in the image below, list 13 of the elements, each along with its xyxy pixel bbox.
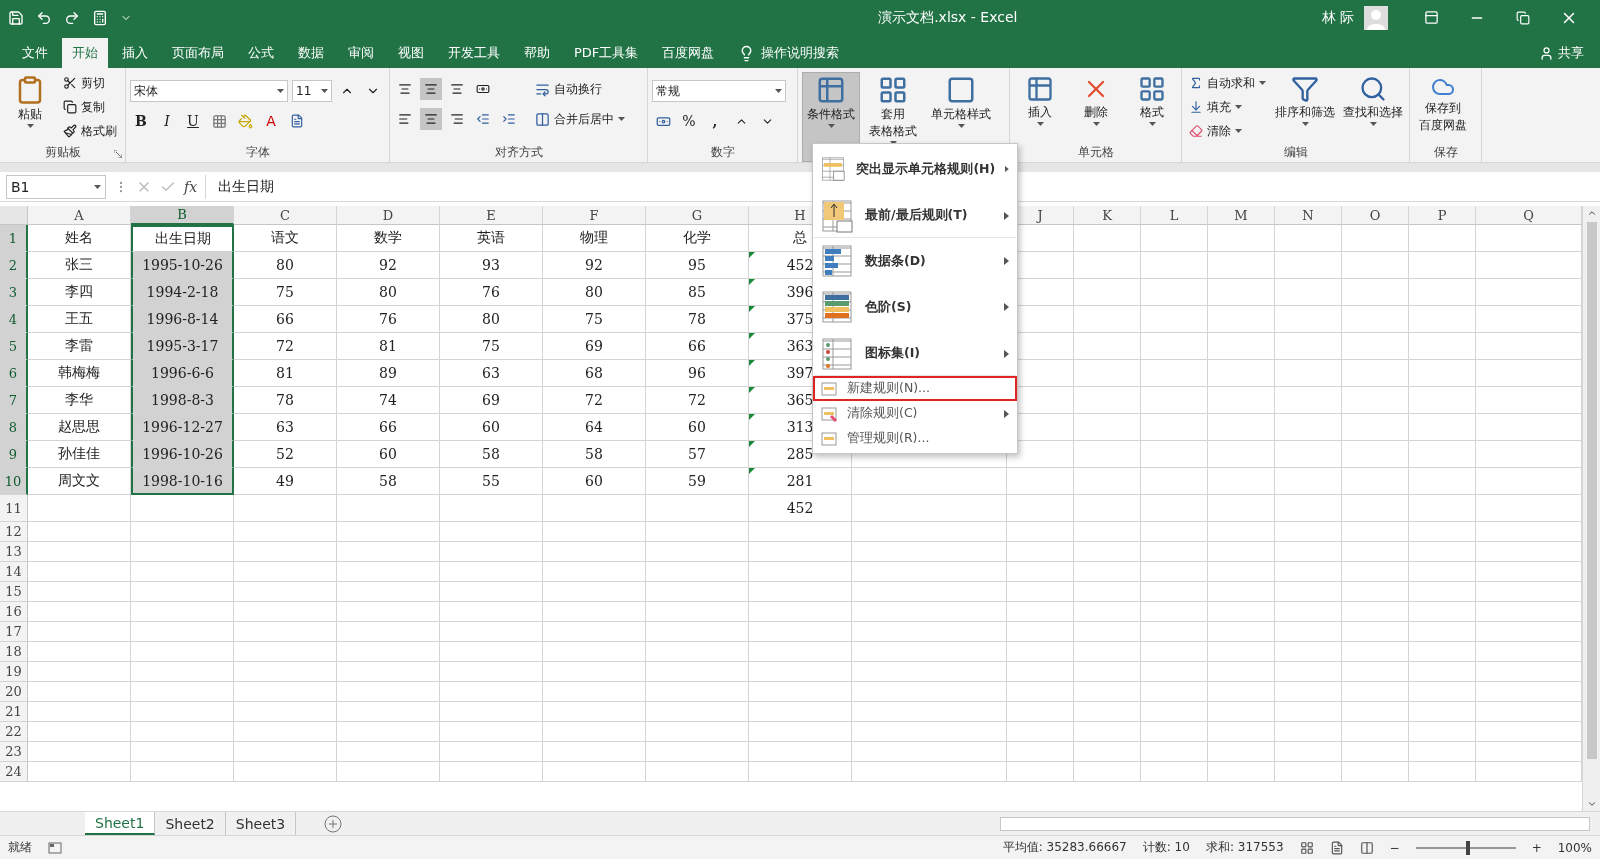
- group-label: 保存: [1433, 144, 1458, 161]
- group-label: 数字: [710, 144, 735, 161]
- group-label: 剪贴板: [44, 144, 81, 161]
- count-text: 计数: 10: [1142, 839, 1190, 856]
- user-name: 林 际: [1321, 8, 1354, 27]
- window-title: 演示文档.xlsx - Excel: [877, 8, 1019, 27]
- group-label: 编辑: [1283, 144, 1308, 161]
- average-text: 平均值: 35283.66667: [1002, 839, 1127, 856]
- sum-text: 求和: 317553: [1205, 839, 1284, 856]
- group-label: 单元格: [1077, 144, 1114, 161]
- status-text: 就绪: [8, 839, 32, 856]
- group-label: 对齐方式: [494, 144, 543, 161]
- group-label: 字体: [245, 144, 270, 161]
